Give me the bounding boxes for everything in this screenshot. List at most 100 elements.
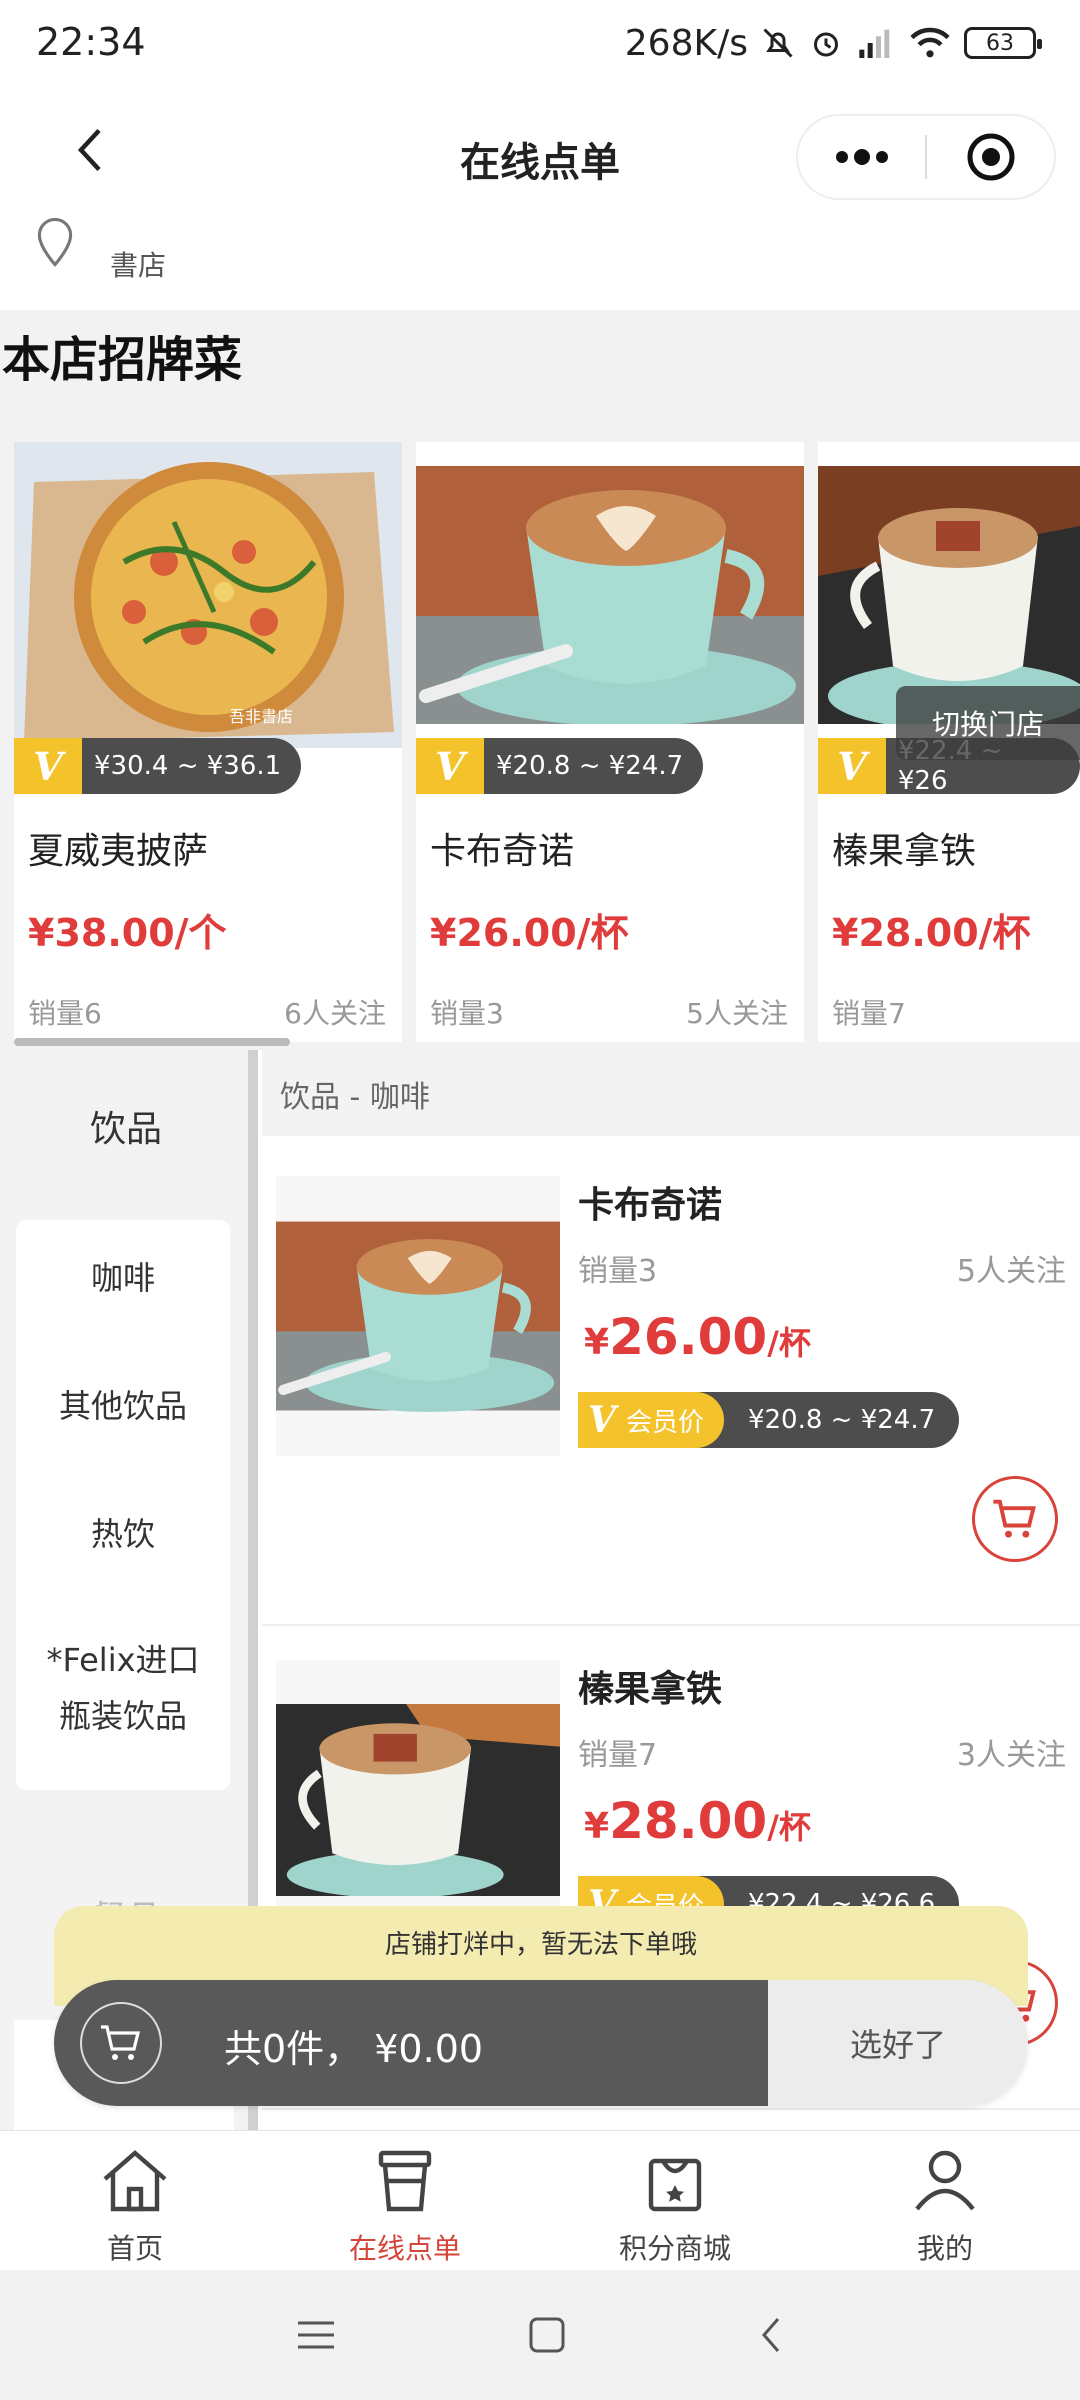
item-sales: 销量7 — [578, 1738, 658, 1773]
cart-icon — [101, 2025, 141, 2060]
vip-v-icon: V — [588, 1399, 616, 1441]
item-photo — [276, 1660, 560, 1940]
vip-price-range: ¥20.8 ~ ¥24.7 — [496, 751, 684, 781]
vip-price-range: ¥20.8 ~ ¥24.7 — [747, 1405, 936, 1435]
vip-price-badge: V ¥20.8 ~ ¥24.7 — [416, 738, 704, 794]
home-square-icon[interactable] — [527, 2315, 567, 2355]
switch-store-button[interactable]: 切换门店 — [896, 686, 1080, 760]
pizza-photo: 吾非書店 — [14, 442, 402, 748]
subcategory-coffee[interactable]: 咖啡 — [16, 1250, 230, 1306]
vip-v-icon: V — [14, 738, 82, 794]
horizontal-scroll-indicator — [14, 1038, 290, 1046]
cart-button[interactable] — [80, 2002, 162, 2084]
vip-v-icon: V — [818, 738, 886, 794]
close-mini-program-button[interactable] — [927, 116, 1054, 198]
signature-card[interactable]: V ¥20.8 ~ ¥24.7 卡布奇诺 ¥26.00/杯 销量3 5人关注 — [416, 442, 804, 1042]
cup-icon — [378, 2150, 432, 2212]
dish-price: ¥38.00/个 — [28, 911, 227, 955]
dish-price: ¥26.00/杯 — [430, 911, 629, 955]
checkout-button[interactable]: 选好了 — [768, 1980, 1028, 2106]
price-unit: /杯 — [767, 1324, 811, 1362]
category-drinks[interactable]: 饮品 — [0, 1100, 252, 1152]
cart-bar: 共0件， ¥0.00 选好了 — [54, 1980, 1028, 2106]
dish-name: 夏威夷披萨 — [28, 831, 209, 872]
cart-total: 共0件， ¥0.00 — [224, 2027, 484, 2071]
address-text: 書店 — [110, 249, 167, 282]
currency-symbol: ¥ — [584, 1806, 610, 1847]
item-follows: 5人关注 — [956, 1254, 1066, 1289]
item-sales: 销量3 — [578, 1254, 658, 1289]
subcategory-felix-import[interactable]: *Felix进口 瓶装饮品 — [16, 1632, 230, 1744]
subcategory-list: 咖啡 其他饮品 热饮 *Felix进口 瓶装饮品 — [16, 1220, 230, 1790]
tab-label: 在线点单 — [348, 2232, 461, 2265]
dish-follows: 5人关注 — [686, 997, 788, 1030]
bag-icon — [648, 2158, 702, 2212]
vip-label-part: V 会员价 — [578, 1392, 724, 1448]
location-pin-icon — [37, 217, 73, 267]
signal-icon — [859, 29, 890, 58]
person-icon — [915, 2150, 975, 2211]
vip-price-badge: V 会员价 ¥20.8 ~ ¥24.7 — [578, 1392, 960, 1448]
more-dots-icon — [835, 149, 888, 165]
menu-icon[interactable] — [294, 2315, 338, 2355]
vip-label: 会员价 — [625, 1407, 704, 1438]
item-price: ¥28.00/杯 — [584, 1792, 811, 1850]
currency-symbol: ¥ — [584, 1322, 610, 1363]
back-icon[interactable] — [756, 2313, 786, 2357]
tab-mine[interactable]: 我的 — [810, 2131, 1080, 2270]
tab-label: 我的 — [916, 2232, 973, 2265]
status-bar: 22:34 268K/s 63 — [0, 0, 1080, 90]
vip-price-badge: V ¥30.4 ~ ¥36.1 — [14, 738, 302, 794]
tab-points-mall[interactable]: 积分商城 — [540, 2131, 810, 2270]
photo-watermark: 吾非書店 — [229, 707, 293, 726]
cart-icon — [993, 1499, 1036, 1538]
tab-online-order[interactable]: 在线点单 — [270, 2131, 540, 2270]
subcategory-felix-line1: *Felix进口 — [46, 1641, 200, 1679]
item-name: 榛果拿铁 — [578, 1669, 723, 1710]
add-to-cart-button[interactable] — [972, 1476, 1058, 1562]
subcategory-other-drinks[interactable]: 其他饮品 — [16, 1378, 230, 1434]
price-amount: 26.00 — [609, 1308, 768, 1366]
dish-sales: 销量7 — [832, 997, 906, 1030]
home-icon — [103, 2150, 167, 2212]
subcategory-hot-drinks[interactable]: 热饮 — [16, 1506, 230, 1562]
status-time: 22:34 — [36, 20, 146, 64]
dish-name: 榛果拿铁 — [832, 831, 977, 872]
dish-name: 卡布奇诺 — [430, 831, 575, 872]
tab-label: 首页 — [106, 2232, 163, 2265]
dish-sales: 销量3 — [430, 997, 504, 1030]
system-nav-bar — [0, 2270, 1080, 2400]
tab-label: 积分商城 — [618, 2232, 731, 2265]
signature-dishes-section: 本店招牌菜 吾非書店 V ¥30.4 ~ ¥36.1 夏威夷披萨 ¥38.00/… — [0, 310, 1080, 1050]
wifi-icon — [910, 27, 950, 58]
price-unit: /杯 — [767, 1808, 811, 1846]
item-follows: 3人关注 — [956, 1738, 1066, 1773]
tab-home[interactable]: 首页 — [0, 2131, 270, 2270]
more-button[interactable] — [798, 116, 925, 198]
price-amount: 28.00 — [609, 1792, 768, 1850]
breadcrumb: 饮品 - 咖啡 — [262, 1050, 1080, 1136]
alarm-icon — [814, 32, 838, 57]
signature-card[interactable]: 吾非書店 V ¥30.4 ~ ¥36.1 夏威夷披萨 ¥38.00/个 销量6 … — [14, 442, 402, 1042]
store-address[interactable]: 書店 — [0, 210, 1080, 310]
dish-follows: 6人关注 — [284, 997, 386, 1030]
item-price: ¥26.00/杯 — [584, 1308, 811, 1366]
item-photo — [276, 1176, 560, 1456]
net-speed: 268K/s — [624, 22, 748, 64]
mute-bell-icon — [763, 28, 793, 58]
battery-icon: 63 — [964, 27, 1042, 59]
title-bar: 在线点单 — [0, 90, 1080, 210]
status-icons: 268K/s 63 — [624, 18, 1042, 68]
target-icon — [967, 133, 1014, 181]
cappuccino-photo — [416, 466, 804, 724]
bottom-tab-bar: 首页 在线点单 积分商城 我的 — [0, 2130, 1080, 2270]
subcategory-felix-line2: 瓶装饮品 — [58, 1697, 187, 1735]
dish-price: ¥28.00/杯 — [832, 911, 1031, 955]
section-title: 本店招牌菜 — [2, 332, 243, 388]
mini-program-capsule — [796, 114, 1056, 200]
cappuccino-photo — [276, 1221, 560, 1412]
menu-item[interactable]: 卡布奇诺 销量3 5人关注 ¥26.00/杯 V 会员价 ¥20.8 ~ ¥24.… — [262, 1156, 1080, 1626]
hazelnut-latte-photo — [276, 1704, 560, 1896]
vip-price-range: ¥30.4 ~ ¥36.1 — [94, 751, 282, 781]
cart-summary[interactable]: 共0件， ¥0.00 — [54, 1980, 768, 2106]
